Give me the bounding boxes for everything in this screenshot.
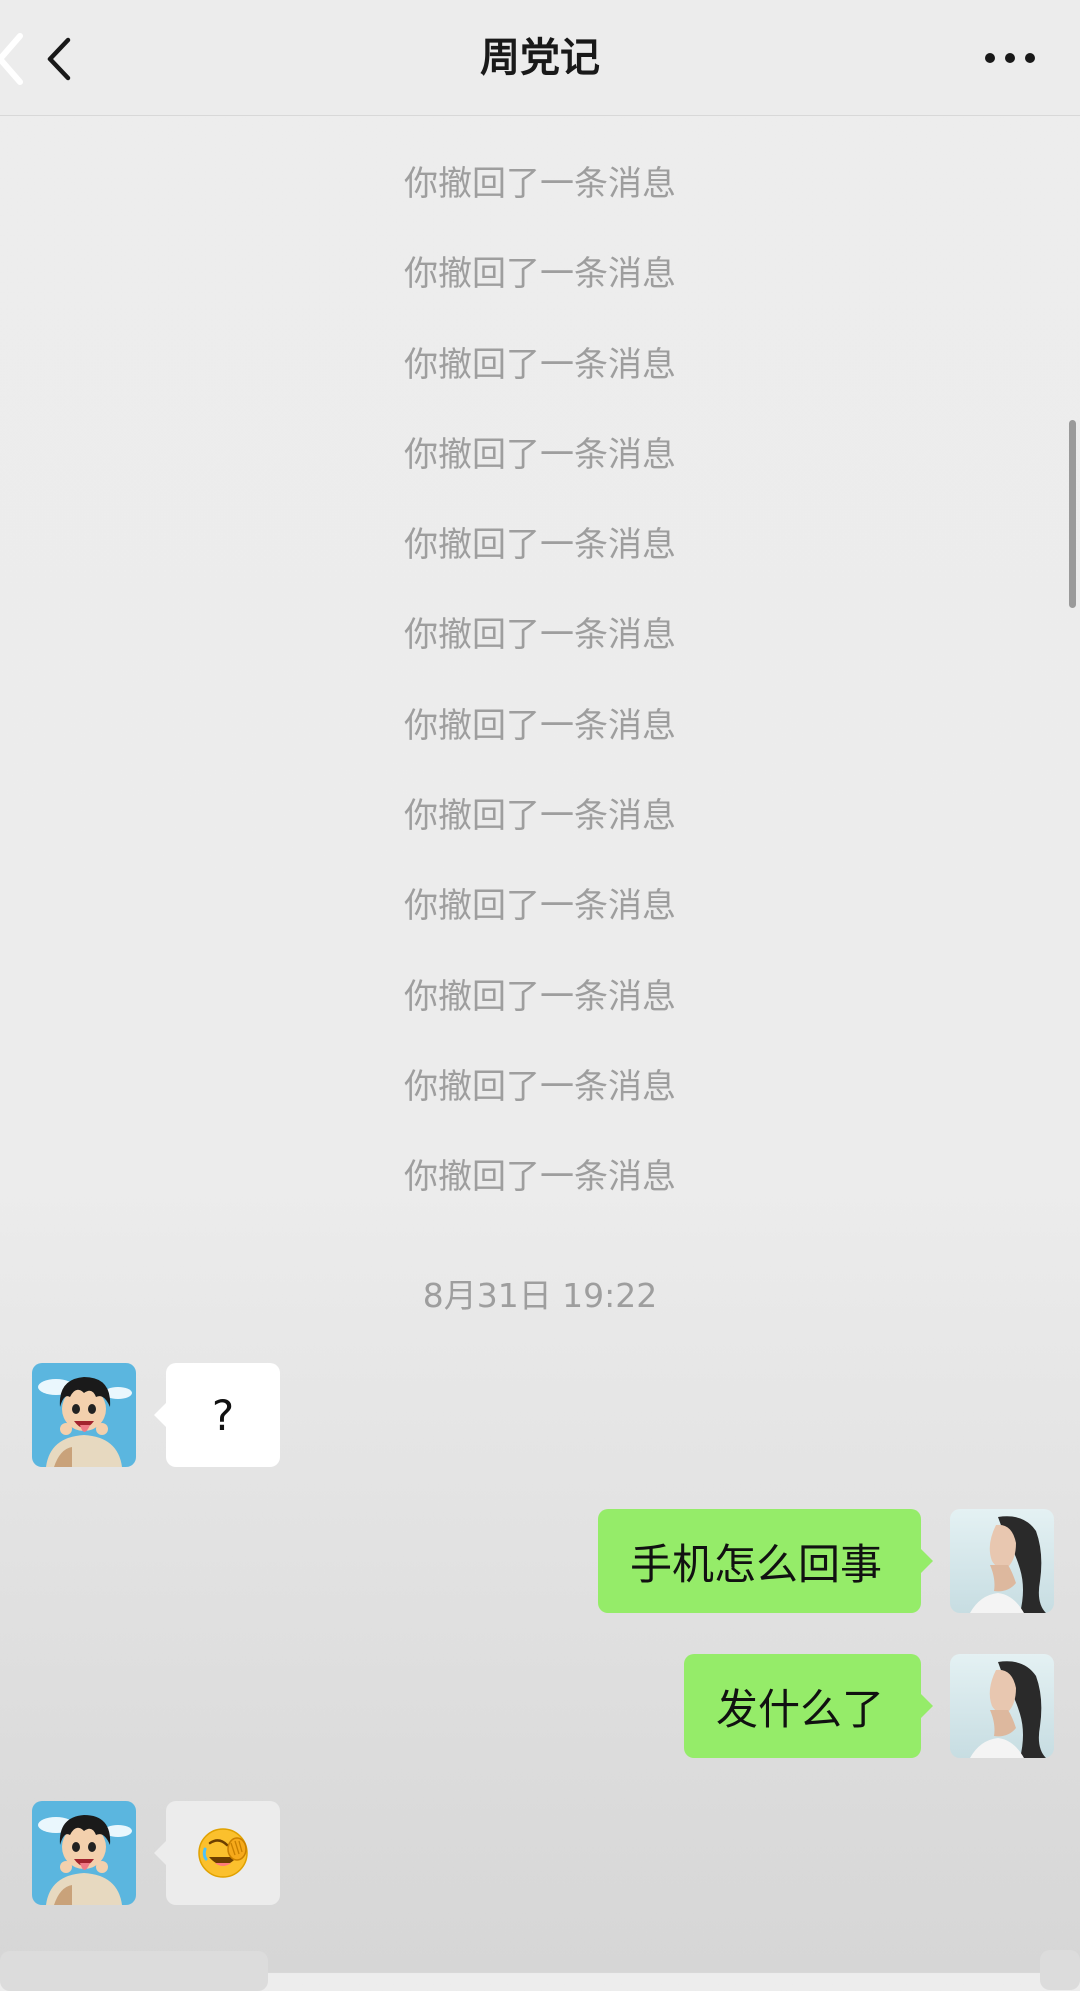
more-dots-icon[interactable] <box>980 40 1040 76</box>
recall-notice: 你撤回了一条消息 <box>404 705 676 746</box>
message-bubble[interactable]: 发什么了 <box>684 1654 933 1758</box>
recall-notice: 你撤回了一条消息 <box>404 344 676 385</box>
recall-notice: 你撤回了一条消息 <box>404 1066 676 1107</box>
message-row-outgoing: 发什么了 <box>0 1654 1080 1758</box>
message-text: 手机怎么回事 <box>630 1539 883 1589</box>
recall-notice: 你撤回了一条消息 <box>404 976 676 1017</box>
message-row-outgoing: 手机怎么回事 <box>0 1509 1080 1613</box>
recall-notice: 你撤回了一条消息 <box>404 796 676 837</box>
message-timestamp: 8月31日 19:22 <box>422 1276 658 1315</box>
user-avatar[interactable] <box>950 1509 1054 1613</box>
scrollbar-thumb[interactable] <box>1069 420 1076 608</box>
recall-notice: 你撤回了一条消息 <box>404 434 676 475</box>
facepalm-laughing-emoji-icon <box>198 1828 248 1878</box>
recall-notice: 你撤回了一条消息 <box>404 615 676 656</box>
message-text: 发什么了 <box>716 1684 885 1734</box>
recall-notice: 你撤回了一条消息 <box>404 254 676 295</box>
message-bubble[interactable]: ? <box>154 1363 280 1467</box>
recall-notice-list: 你撤回了一条消息 你撤回了一条消息 你撤回了一条消息 你撤回了一条消息 你撤回了… <box>0 150 1080 1234</box>
nav-bar: 周党记 <box>0 0 1080 116</box>
message-text: ? <box>211 1390 235 1440</box>
recall-notice: 你撤回了一条消息 <box>404 525 676 566</box>
message-row-incoming: ? <box>0 1363 1080 1467</box>
bottom-toolbar-fragment <box>0 1951 268 1991</box>
bottom-toolbar-fragment <box>1040 1950 1080 1990</box>
contact-avatar[interactable] <box>32 1801 136 1905</box>
message-bubble[interactable] <box>154 1801 280 1905</box>
recall-notice: 你撤回了一条消息 <box>404 886 676 927</box>
recall-notice: 你撤回了一条消息 <box>404 164 676 204</box>
recall-notice: 你撤回了一条消息 <box>404 1157 676 1198</box>
contact-avatar[interactable] <box>32 1363 136 1467</box>
message-bubble[interactable]: 手机怎么回事 <box>598 1509 933 1613</box>
user-avatar[interactable] <box>950 1654 1054 1758</box>
chat-title: 周党记 <box>480 35 600 81</box>
message-row-incoming <box>0 1801 1080 1905</box>
